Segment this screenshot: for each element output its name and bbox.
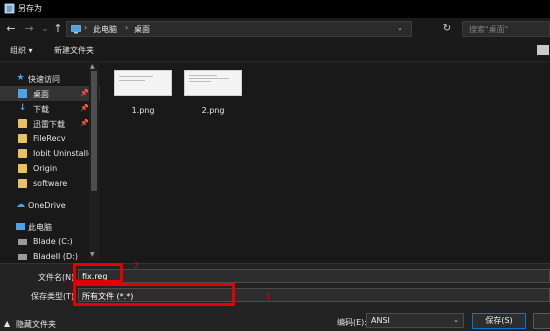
window-title: 另存为	[18, 4, 42, 13]
filename-field[interactable]: fix.reg	[78, 269, 550, 283]
view-options-icon[interactable]	[537, 45, 549, 55]
new-folder-button[interactable]: 新建文件夹	[54, 45, 94, 56]
breadcrumb-separator: ›	[84, 23, 88, 32]
save-button[interactable]: 保存(S)	[472, 313, 526, 329]
computer-icon	[71, 25, 81, 34]
highlight-box-filename	[73, 263, 123, 283]
cloud-icon: ☁	[16, 200, 25, 210]
sidebar-item-label: 此电脑	[28, 223, 52, 232]
sidebar-item-label: Iobit Uninstaller	[33, 149, 91, 158]
file-name: 2.png	[201, 106, 225, 115]
hide-folders-icon[interactable]: ▲	[4, 319, 10, 328]
annotation-number: 1	[266, 292, 272, 301]
star-icon: ★	[16, 73, 25, 83]
image-thumbnail	[114, 70, 172, 96]
image-thumbnail	[184, 70, 242, 96]
annotation-number: 2	[134, 261, 140, 270]
navigation-bar: ← → ⌄ ↑ › 此电脑 › 桌面 ⌄ ↻ 搜索"桌面"	[0, 18, 550, 40]
address-bar[interactable]: › 此电脑 › 桌面 ⌄	[66, 21, 412, 37]
organize-menu-button[interactable]: 组织 ▾	[10, 45, 33, 56]
chevron-down-icon[interactable]: ⌄	[453, 316, 459, 324]
folder-icon	[18, 179, 27, 188]
command-toolbar: 组织 ▾ 新建文件夹	[0, 40, 550, 62]
drive-icon	[18, 239, 27, 245]
sidebar-item-label: OneDrive	[28, 201, 66, 210]
file-type-label: 保存类型(T):	[31, 292, 77, 301]
sidebar-item-onedrive[interactable]: ☁ OneDrive	[0, 198, 100, 213]
sidebar-item-this-pc[interactable]: 此电脑	[0, 219, 100, 234]
sidebar-item-desktop[interactable]: 桌面 📌	[0, 86, 100, 101]
sidebar-item-origin[interactable]: Origin	[0, 161, 100, 176]
sidebar-item-iobit[interactable]: Iobit Uninstaller	[0, 146, 100, 161]
sidebar-item-drive-d[interactable]: BladeII (D:)	[0, 249, 100, 264]
encoding-label: 编码(E):	[337, 318, 367, 327]
scroll-up-icon[interactable]: ▲	[90, 63, 95, 70]
sidebar-item-drive-c[interactable]: Blade (C:)	[0, 234, 100, 249]
search-input[interactable]: 搜索"桌面"	[469, 24, 508, 35]
desktop-icon	[18, 89, 27, 98]
breadcrumb-this-pc[interactable]: 此电脑	[93, 24, 117, 35]
sidebar-item-xunlei[interactable]: 迅雷下载 📌	[0, 116, 100, 131]
file-item[interactable]: 1.png	[112, 70, 174, 122]
notepad-icon	[4, 3, 15, 14]
highlight-box-file-type	[73, 283, 235, 306]
address-dropdown-icon[interactable]: ⌄	[397, 24, 403, 32]
pin-icon: 📌	[80, 89, 89, 97]
sidebar-item-label: BladeII (D:)	[33, 252, 78, 261]
sidebar-item-downloads[interactable]: ↓ 下载 📌	[0, 101, 100, 116]
filename-label: 文件名(N):	[38, 273, 77, 282]
pin-icon: 📌	[80, 119, 89, 127]
up-button[interactable]: ↑	[51, 21, 65, 37]
sidebar-item-filerecv[interactable]: FileRecv	[0, 131, 100, 146]
title-bar: 另存为	[0, 0, 550, 18]
file-item[interactable]: 2.png	[182, 70, 244, 122]
search-box[interactable]: 搜索"桌面"	[462, 21, 550, 37]
back-button[interactable]: ←	[4, 21, 18, 37]
scrollbar-thumb[interactable]	[91, 71, 97, 191]
sidebar-item-label: Blade (C:)	[33, 237, 73, 246]
drive-icon	[18, 254, 27, 260]
navigation-pane: ★ 快速访问 桌面 📌 ↓ 下载 📌 迅雷下载 📌 FileRecv Iobit…	[0, 63, 100, 263]
pin-icon: 📌	[80, 104, 89, 112]
breadcrumb-desktop[interactable]: 桌面	[134, 24, 150, 35]
sidebar-item-software[interactable]: software	[0, 176, 100, 191]
folder-icon	[18, 164, 27, 173]
forward-button[interactable]: →	[22, 21, 36, 37]
sidebar-item-quick-access[interactable]: ★ 快速访问	[0, 71, 100, 86]
folder-icon	[18, 149, 27, 158]
computer-icon	[16, 223, 25, 230]
hide-folders-button[interactable]: 隐藏文件夹	[16, 319, 56, 330]
folder-icon	[18, 119, 27, 128]
sidebar-scrollbar[interactable]: ▲ ▼	[89, 63, 99, 260]
encoding-value[interactable]: ANSI	[371, 316, 390, 325]
save-form: 文件名(N): fix.reg 保存类型(T): 所有文件 (*.*) 2 1 …	[0, 261, 550, 331]
file-name: 1.png	[131, 106, 155, 115]
sidebar-item-label: FileRecv	[33, 134, 66, 143]
breadcrumb-separator: ›	[125, 23, 129, 32]
sidebar-item-label: software	[33, 179, 68, 188]
sidebar-item-label: 快速访问	[28, 75, 60, 84]
encoding-select[interactable]: ANSI ⌄	[366, 313, 464, 328]
recent-locations-button[interactable]: ⌄	[38, 21, 52, 37]
scroll-down-icon[interactable]: ▼	[90, 251, 95, 258]
folder-icon	[18, 134, 27, 143]
file-list: 1.png 2.png	[100, 63, 550, 263]
sidebar-item-label: Origin	[33, 164, 58, 173]
cancel-button[interactable]	[533, 313, 550, 329]
refresh-icon[interactable]: ↻	[440, 21, 454, 37]
download-icon: ↓	[18, 103, 27, 113]
